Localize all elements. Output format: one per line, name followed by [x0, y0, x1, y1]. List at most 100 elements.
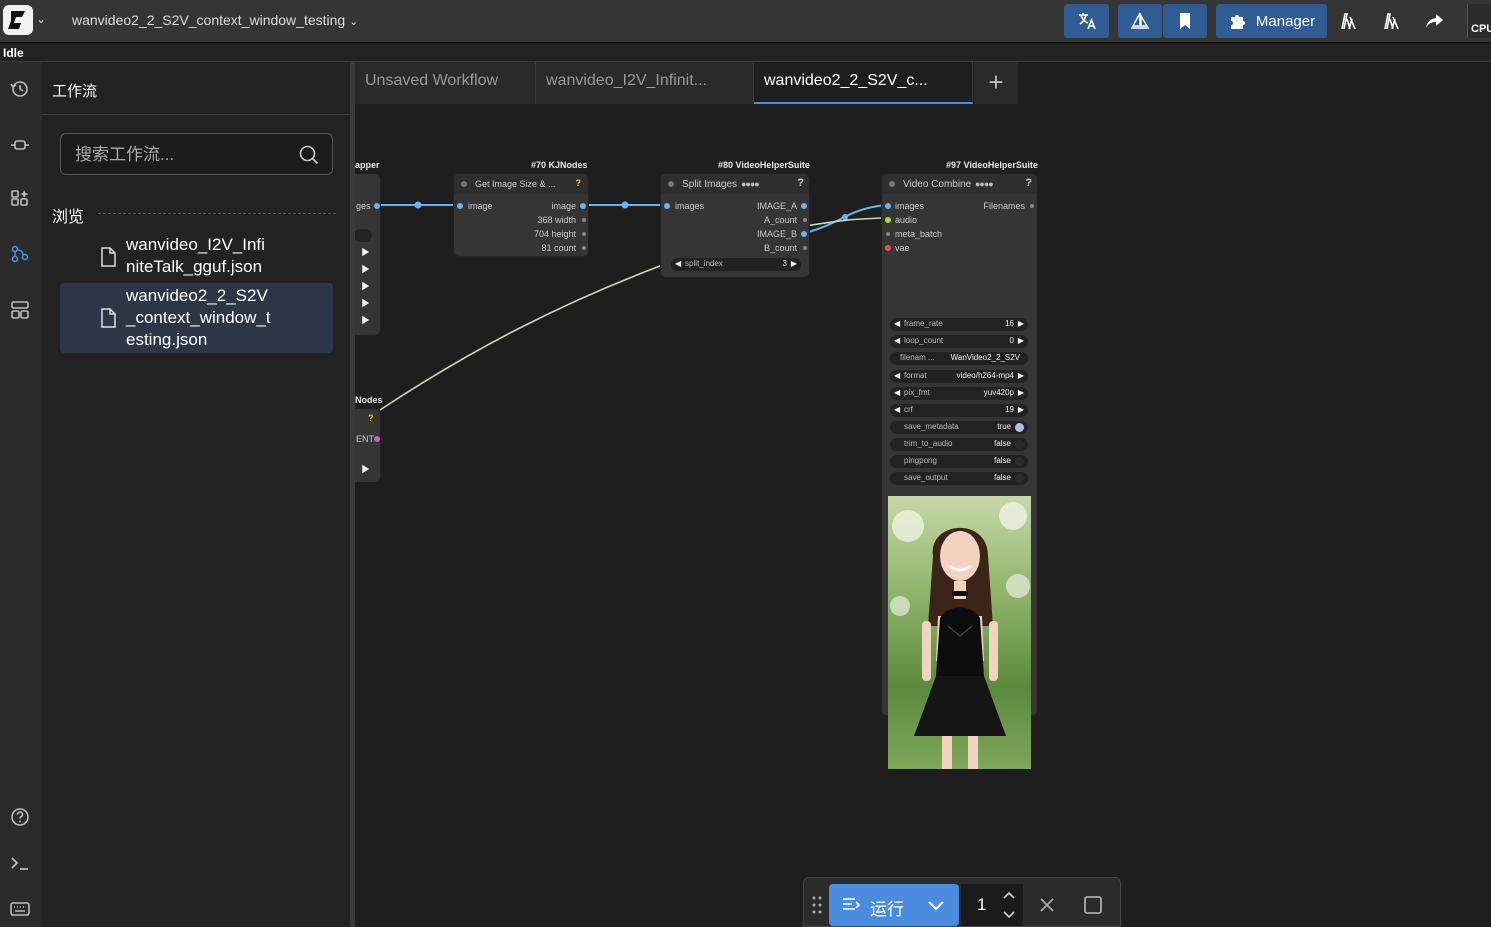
increment-arrow[interactable]: ▶: [1018, 336, 1024, 345]
output-label: 81 count: [541, 243, 576, 253]
file-item-active[interactable]: wanvideo2_2_S2V _context_window_t esting…: [60, 283, 333, 353]
widget-pix-fmt[interactable]: ◀ pix_fmt yuv420p ▶: [890, 387, 1028, 400]
toggle-knob[interactable]: [1015, 457, 1024, 466]
node-header[interactable]: Video Combine ●●●● ?: [882, 174, 1037, 194]
graph-canvas[interactable]: Unsaved Workflow wanvideo_I2V_Infinit...…: [355, 62, 1491, 927]
top-bar: ⌄ wanvideo2_2_S2V_context_window_testing…: [0, 0, 1491, 43]
reader-button[interactable]: [1330, 4, 1368, 38]
widget-save-metadata[interactable]: save_metadata true: [890, 421, 1028, 434]
widget[interactable]: [355, 229, 372, 242]
node-library-icon[interactable]: [9, 134, 31, 156]
run-button[interactable]: 运行: [829, 884, 959, 926]
play-arrow[interactable]: [362, 247, 370, 257]
file-item[interactable]: wanvideo_I2V_Infi niteTalk_gguf.json: [60, 234, 333, 280]
workflows-icon[interactable]: [9, 243, 31, 265]
decrement-arrow[interactable]: ◀: [894, 371, 900, 380]
output-slot[interactable]: [582, 232, 586, 236]
input-slot[interactable]: [885, 203, 891, 209]
increment-arrow[interactable]: ▶: [1018, 405, 1024, 414]
toggle-knob[interactable]: [1015, 440, 1024, 449]
increment-arrow[interactable]: ▶: [1018, 388, 1024, 397]
input-slot[interactable]: [885, 245, 891, 251]
widget-filenam[interactable]: filenam ... WanVideo2_2_S2V: [890, 352, 1028, 365]
output-slot[interactable]: [803, 246, 807, 250]
decrement-arrow[interactable]: ◀: [894, 336, 900, 345]
widget-trim-to-audio[interactable]: trim_to_audio false: [890, 438, 1028, 451]
node-help-badge[interactable]: ?: [797, 177, 804, 189]
stop-icon[interactable]: [1083, 895, 1103, 915]
decrement-arrow[interactable]: ◀: [894, 388, 900, 397]
node-header[interactable]: Split Images ●●●● ?: [661, 174, 809, 194]
widget-format[interactable]: ◀ format video/h264-mp4 ▶: [890, 370, 1028, 383]
output-slot[interactable]: [374, 203, 380, 209]
widget-split-index[interactable]: ◀ split_index 3 ▶: [671, 258, 801, 271]
translate-button[interactable]: [1064, 4, 1109, 38]
templates-icon[interactable]: [9, 299, 31, 321]
node-video-combine[interactable]: Video Combine ●●●● ? images audio meta_b…: [881, 173, 1038, 769]
node-get-image-size[interactable]: Get Image Size & ... ? image image 368 w…: [453, 173, 589, 257]
widget-pingpong[interactable]: pingpong false: [890, 455, 1028, 468]
history-icon[interactable]: [9, 78, 31, 100]
node-split-images[interactable]: Split Images ●●●● ? images IMAGE_A A_cou…: [660, 173, 810, 278]
increment-arrow[interactable]: ▶: [791, 259, 797, 268]
widget-value: video/h264-mp4: [956, 371, 1014, 380]
output-slot[interactable]: [801, 203, 807, 209]
decrement-arrow[interactable]: ◀: [894, 405, 900, 414]
keyboard-icon[interactable]: [9, 898, 31, 920]
chevron-down-icon[interactable]: ⌄: [36, 12, 46, 26]
input-slot[interactable]: [457, 203, 463, 209]
input-slot[interactable]: [886, 232, 890, 236]
node-header[interactable]: Get Image Size & ... ?: [454, 174, 588, 194]
share-button[interactable]: [1416, 4, 1454, 38]
output-slot[interactable]: [1030, 204, 1034, 208]
widget-save-output[interactable]: save_output false: [890, 472, 1028, 485]
play-arrow[interactable]: [362, 464, 370, 474]
output-slot[interactable]: [801, 231, 807, 237]
video-preview[interactable]: [888, 496, 1031, 769]
play-arrow[interactable]: [362, 281, 370, 291]
workflow-title[interactable]: wanvideo2_2_S2V_context_window_testing ⌄: [72, 12, 358, 28]
play-arrow[interactable]: [362, 315, 370, 325]
search-input[interactable]: [75, 144, 295, 166]
output-slot[interactable]: [582, 218, 586, 222]
increment-arrow[interactable]: ▶: [1018, 319, 1024, 328]
increment-arrow[interactable]: ▶: [1018, 371, 1024, 380]
chevron-up-icon[interactable]: [1002, 890, 1016, 900]
chevron-down-icon[interactable]: [1002, 910, 1016, 920]
search-icon[interactable]: [298, 144, 320, 166]
widget-crf[interactable]: ◀ crf 19 ▶: [890, 404, 1028, 417]
decrement-arrow[interactable]: ◀: [675, 259, 681, 268]
help-icon[interactable]: [9, 806, 31, 828]
reader-alt-button[interactable]: [1373, 4, 1411, 38]
comfy-logo[interactable]: [3, 5, 33, 35]
output-slot[interactable]: [803, 218, 807, 222]
batch-count-stepper[interactable]: 1: [961, 884, 1023, 926]
node-help-badge[interactable]: ?: [576, 178, 582, 188]
output-slot[interactable]: [582, 246, 586, 250]
drag-handle-icon[interactable]: [812, 895, 822, 915]
model-library-icon[interactable]: [9, 188, 31, 210]
node-help-badge[interactable]: ?: [368, 413, 374, 423]
partial-node-top[interactable]: ges: [355, 173, 381, 336]
toggle-knob[interactable]: [1015, 474, 1024, 483]
play-arrow[interactable]: [362, 264, 370, 274]
chevron-down-icon[interactable]: [927, 900, 945, 912]
output-slot[interactable]: [374, 436, 380, 442]
input-slot[interactable]: [664, 203, 670, 209]
widget-loop-count[interactable]: ◀ loop_count 0 ▶: [890, 335, 1028, 348]
decrement-arrow[interactable]: ◀: [894, 319, 900, 328]
widget-frame-rate[interactable]: ◀ frame_rate 16 ▶: [890, 318, 1028, 331]
play-arrow[interactable]: [362, 298, 370, 308]
output-slot[interactable]: [580, 203, 586, 209]
toggle-knob[interactable]: [1015, 423, 1024, 432]
partial-node-bottom[interactable]: ? ENT: [355, 408, 381, 483]
widget-value: 19: [1005, 405, 1014, 414]
input-slot[interactable]: [885, 217, 891, 223]
bookmark-button[interactable]: [1163, 4, 1207, 38]
model-button[interactable]: [1118, 4, 1162, 38]
close-icon[interactable]: [1038, 896, 1056, 914]
terminal-icon[interactable]: [9, 852, 31, 874]
node-help-badge[interactable]: ?: [1025, 177, 1032, 189]
widget-value: yuv420p: [983, 388, 1014, 397]
manager-button[interactable]: Manager: [1216, 4, 1327, 38]
